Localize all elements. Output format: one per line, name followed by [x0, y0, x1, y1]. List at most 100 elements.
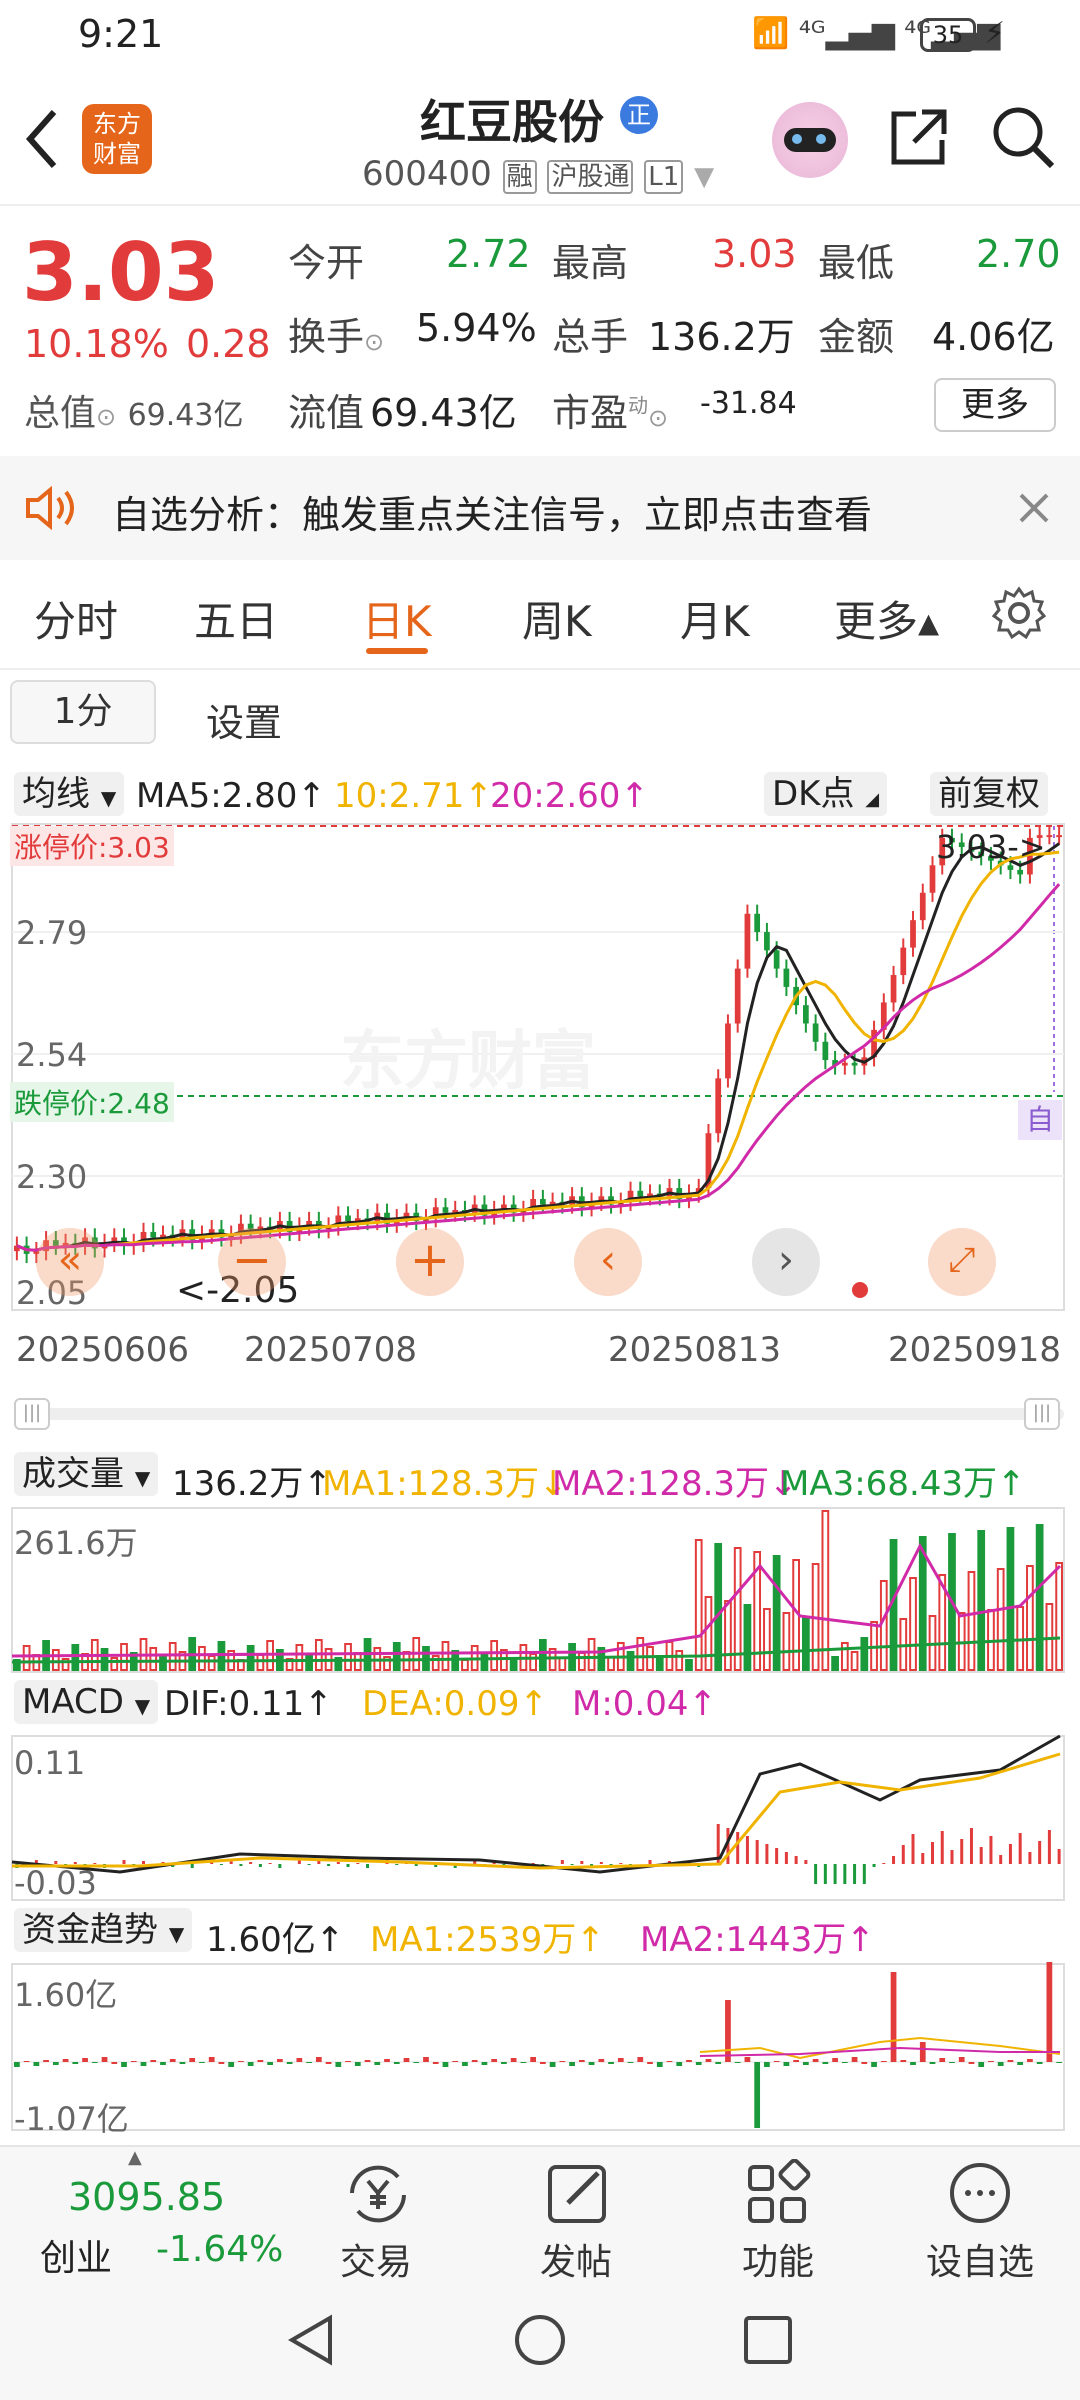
volume-bar [860, 1637, 869, 1671]
tab-day-k[interactable]: 日K [362, 588, 432, 649]
zoom-in-icon[interactable]: + [396, 1228, 464, 1296]
watermark: 东方财富 [340, 1025, 596, 1099]
minute-selector[interactable]: 1分 [10, 680, 156, 744]
range-handle-left[interactable]: ||| [14, 1398, 50, 1430]
fund-bar [569, 2062, 575, 2066]
alert-text: 自选分析：触发重点关注信号，立即点击查看 [112, 493, 873, 537]
post-button[interactable]: 发帖 [506, 2233, 646, 2285]
self-select-marker[interactable]: 自 [1018, 1100, 1062, 1140]
limit-down-label: 跌停价:2.48 [10, 1082, 174, 1122]
tab-more[interactable]: 更多▴ [834, 588, 939, 649]
volume-top-label: 261.6万 [14, 1524, 138, 1562]
fund-bar [880, 2061, 887, 2062]
dk-points-toggle[interactable]: DK点 ◢ [764, 772, 888, 816]
volume-bar [636, 1637, 645, 1671]
chart-settings[interactable]: 设置 [206, 692, 282, 747]
fund-bar [306, 2062, 312, 2063]
volume-bar [694, 1539, 703, 1671]
price-change: 0.28 [186, 322, 271, 366]
fund-selector[interactable]: 资金趋势 ▼ [14, 1908, 193, 1952]
badge-icon: 正 [620, 96, 658, 134]
open-label: 今开 [288, 241, 365, 285]
volume-bar [704, 1596, 713, 1671]
scroll-left-icon[interactable]: ‹ [574, 1228, 642, 1296]
pe-label: 市盈动⊙ [552, 391, 669, 435]
fullscreen-icon[interactable]: ⤢ [928, 1228, 996, 1296]
volume-bar [295, 1644, 304, 1671]
volume-bar [207, 1655, 216, 1671]
ma-selector[interactable]: 均线 ▼ [14, 772, 125, 816]
fund-bar [627, 2062, 634, 2063]
assistant-avatar[interactable] [772, 102, 848, 178]
fund-bar [72, 2062, 79, 2064]
event-dot[interactable] [852, 1282, 868, 1298]
fund-bar [384, 2059, 390, 2062]
zoom-out-icon[interactable]: − [218, 1228, 286, 1296]
app-logo[interactable]: 东方 财富 [82, 104, 152, 174]
more-dots-icon[interactable] [940, 2159, 1020, 2229]
index-widget[interactable]: ▲ 3095.85 创业 -1.64% [0, 2147, 283, 2282]
macd-selector[interactable]: MACD ▼ [14, 1680, 159, 1724]
edit-post-icon[interactable] [538, 2159, 618, 2229]
adjust-selector[interactable]: 前复权 [930, 772, 1048, 816]
low-label: 最低 [818, 241, 895, 285]
more-button[interactable]: 更多 [934, 378, 1056, 432]
candle-body [715, 1078, 722, 1134]
scroll-left-fast-icon[interactable]: « [36, 1228, 104, 1296]
high-label: 最高 [552, 241, 629, 285]
range-handle-right[interactable]: ||| [1024, 1398, 1060, 1430]
scroll-right-icon[interactable]: › [752, 1228, 820, 1296]
search-icon[interactable] [990, 104, 1056, 170]
tab-week-k[interactable]: 周K [522, 588, 592, 649]
candle-body [929, 865, 936, 893]
fund-bar [871, 2062, 877, 2067]
macd-legend: MACD ▼ DIF:0.11↑ DEA:0.09↑ M:0.04↑ [0, 1678, 1080, 1728]
fund-chart[interactable] [0, 1962, 1080, 2132]
fund-ma1: MA1:2539万↑ [370, 1920, 605, 1960]
fund-bar [442, 2062, 449, 2067]
add-watchlist-button[interactable]: 设自选 [910, 2233, 1050, 2285]
fund-bar [803, 2062, 809, 2065]
share-icon[interactable] [886, 106, 950, 170]
close-icon[interactable] [1018, 492, 1050, 524]
volume-bar [490, 1640, 499, 1671]
trade-button[interactable]: 交易 [306, 2233, 446, 2285]
macd-chart[interactable] [0, 1734, 1080, 1902]
volume-bar [1055, 1562, 1064, 1671]
fund-bar [1036, 2062, 1043, 2064]
volume-selector[interactable]: 成交量 ▼ [14, 1452, 159, 1496]
ma5-value: MA5:2.80↑ [136, 776, 326, 816]
fund-bar [958, 2057, 965, 2062]
volume-ma3: MA3:68.43万↑ [780, 1464, 1026, 1504]
volume-bar [344, 1643, 352, 1671]
fund-bar [919, 2042, 926, 2062]
volume-chart[interactable] [0, 1506, 1080, 1674]
volume-bar [831, 1656, 839, 1671]
nav-recents-icon[interactable] [740, 2312, 796, 2368]
fund-bar [1027, 2059, 1033, 2062]
gear-icon[interactable] [992, 586, 1046, 640]
nav-back-icon[interactable] [284, 2312, 340, 2368]
fund-bar [822, 2062, 829, 2064]
tab-month-k[interactable]: 月K [680, 588, 750, 649]
macd-dif: DIF:0.11↑ [164, 1684, 333, 1724]
alert-banner[interactable]: 自选分析：触发重点关注信号，立即点击查看 [0, 456, 1080, 560]
chevron-down-icon[interactable]: ▼ [694, 162, 714, 192]
volume-value-label: 136.2万↑ [172, 1464, 332, 1504]
fund-bar [617, 2058, 624, 2062]
turnover-value: 5.94% [416, 306, 537, 350]
back-icon[interactable] [22, 106, 62, 172]
range-slider-track[interactable] [14, 1408, 1064, 1420]
grid-function-icon[interactable] [738, 2159, 818, 2229]
yen-exchange-icon[interactable] [338, 2159, 418, 2229]
fund-bar [510, 2058, 517, 2062]
volume-bar [626, 1651, 635, 1671]
tab-five-day[interactable]: 五日 [194, 588, 278, 649]
macd-m: M:0.04↑ [572, 1684, 717, 1724]
status-bar: 9:21 📶 ⁴ᴳ▂▄▆ ⁴ᴳ▂▄▆ 35 ⚡ [0, 0, 1080, 72]
fund-bar [851, 2057, 858, 2062]
nav-home-icon[interactable] [512, 2312, 568, 2368]
function-button[interactable]: 功能 [708, 2233, 848, 2285]
fund-bar [169, 2059, 176, 2062]
tab-intraday[interactable]: 分时 [34, 588, 118, 649]
